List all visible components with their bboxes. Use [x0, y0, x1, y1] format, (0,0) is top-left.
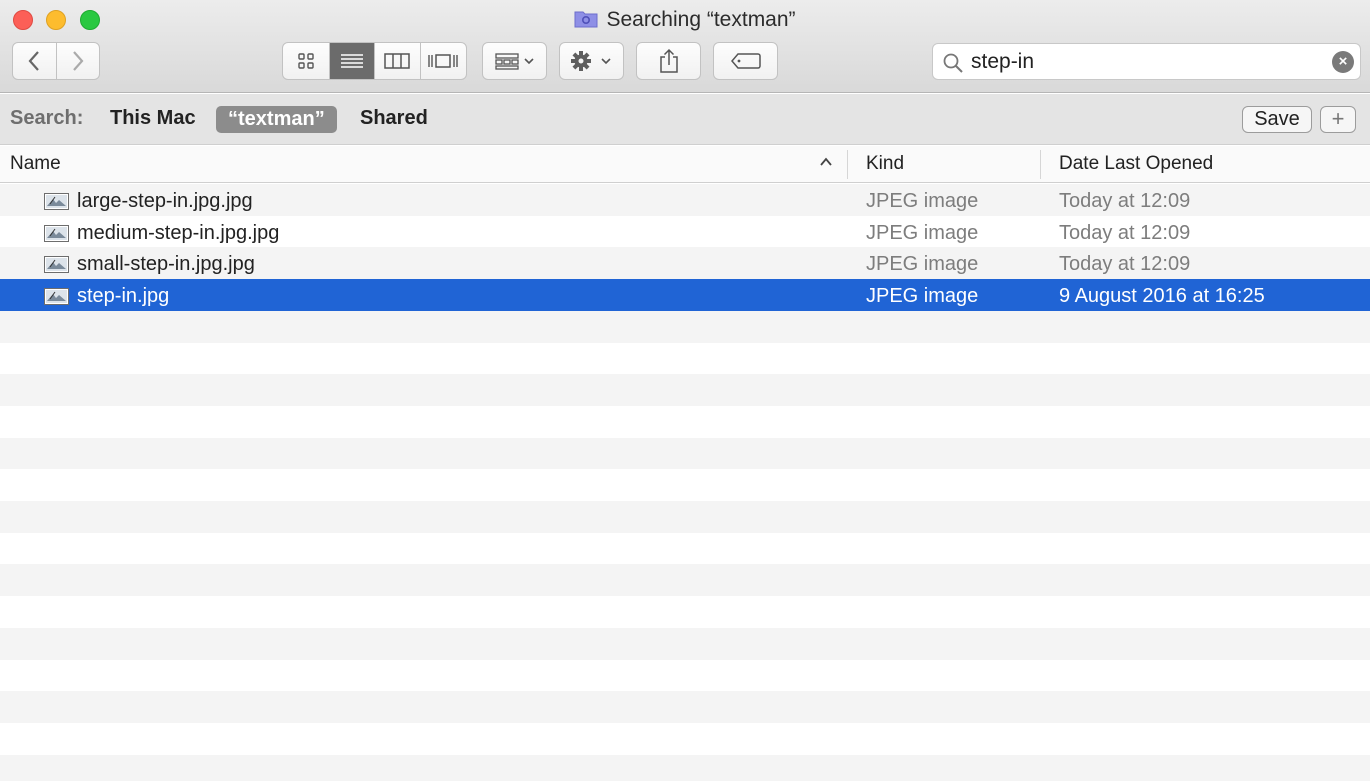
file-row[interactable]: medium-step-in.jpg.jpg JPEG image Today at… [0, 216, 1370, 248]
search-field[interactable]: × [932, 43, 1361, 80]
share-icon [659, 48, 678, 73]
window-title-text: Searching “textman” [606, 8, 796, 31]
arrange-icon [494, 53, 534, 70]
clear-icon[interactable]: × [1332, 51, 1354, 73]
column-header-row: Name Kind Date Last Opened [0, 146, 1370, 183]
window-toolbar: Searching “textman” step-in × [0, 0, 1370, 93]
row-stripe [0, 438, 1370, 470]
jpeg-file-icon [44, 225, 69, 242]
row-stripe [0, 343, 1370, 375]
scope-this-mac[interactable]: This Mac [110, 107, 196, 130]
jpeg-file-icon [44, 288, 69, 305]
row-stripe [0, 406, 1370, 438]
column-view-button[interactable] [375, 43, 421, 79]
file-row[interactable]: step-in.jpg JPEG image 9 August 2016 at 16… [0, 279, 1370, 311]
action-menu-button[interactable] [559, 42, 624, 80]
file-kind: JPEG image [866, 253, 979, 275]
share-button[interactable] [636, 42, 701, 80]
row-stripe [0, 755, 1370, 781]
scope-folder-selected[interactable]: “textman” [216, 106, 337, 133]
row-stripe [0, 374, 1370, 406]
row-stripe [0, 660, 1370, 692]
search-scope-bar: Search: This Mac “textman” Shared Save + [0, 94, 1370, 145]
row-stripe [0, 628, 1370, 660]
list-view-icon [340, 54, 363, 68]
chevron-right-icon [72, 51, 84, 71]
file-date: 9 August 2016 at 16:25 [1059, 285, 1265, 307]
file-date: Today at 12:09 [1059, 190, 1191, 212]
file-kind: JPEG image [866, 190, 979, 212]
jpeg-file-icon [44, 256, 69, 273]
scope-shared[interactable]: Shared [360, 107, 428, 130]
row-stripe [0, 723, 1370, 755]
kind-column-header[interactable]: Kind [866, 153, 904, 175]
view-mode-control [282, 42, 467, 80]
cover-flow-icon [428, 54, 458, 68]
row-stripe [0, 564, 1370, 596]
chevron-up-icon[interactable] [819, 155, 833, 169]
file-row[interactable]: small-step-in.jpg.jpg JPEG image Today at … [0, 247, 1370, 279]
navigation-buttons [12, 42, 100, 80]
row-stripe [0, 691, 1370, 723]
column-divider[interactable] [847, 150, 848, 179]
date-column-header[interactable]: Date Last Opened [1059, 153, 1213, 175]
icon-view-icon [298, 53, 314, 69]
search-input[interactable] [971, 48, 1321, 76]
file-date: Today at 12:09 [1059, 253, 1191, 275]
row-stripe [0, 469, 1370, 501]
file-name: step-in.jpg [77, 285, 170, 307]
row-stripe [0, 533, 1370, 565]
file-name: medium-step-in.jpg.jpg [77, 222, 280, 244]
row-stripe [0, 501, 1370, 533]
cover-flow-view-button[interactable] [421, 43, 467, 79]
file-row[interactable]: large-step-in.jpg.jpg JPEG image Today at … [0, 184, 1370, 216]
back-button[interactable] [13, 43, 57, 79]
file-name: small-step-in.jpg.jpg [77, 253, 255, 275]
row-stripe [0, 311, 1370, 343]
chevron-left-icon [28, 51, 40, 71]
column-divider[interactable] [1040, 150, 1041, 179]
add-criteria-button[interactable]: + [1320, 106, 1356, 133]
list-view-button[interactable] [329, 43, 375, 79]
file-date: Today at 12:09 [1059, 222, 1191, 244]
jpeg-file-icon [44, 193, 69, 210]
window-title: Searching “textman” [0, 8, 1370, 32]
tag-icon [730, 53, 761, 69]
tag-button[interactable] [713, 42, 778, 80]
file-name: large-step-in.jpg.jpg [77, 190, 253, 212]
save-search-button[interactable]: Save [1242, 106, 1312, 133]
gear-icon [570, 51, 611, 71]
icon-view-button[interactable] [283, 43, 330, 79]
smart-folder-icon [574, 9, 598, 28]
magnifier-icon [943, 53, 963, 73]
column-view-icon [384, 53, 410, 69]
scope-label: Search: [10, 107, 84, 129]
file-kind: JPEG image [866, 285, 979, 307]
forward-button[interactable] [57, 43, 100, 79]
file-kind: JPEG image [866, 222, 979, 244]
file-list: large-step-in.jpg.jpg JPEG image Today at … [0, 184, 1370, 781]
arrange-button[interactable] [482, 42, 547, 80]
row-stripe [0, 596, 1370, 628]
name-column-header[interactable]: Name [10, 153, 61, 175]
